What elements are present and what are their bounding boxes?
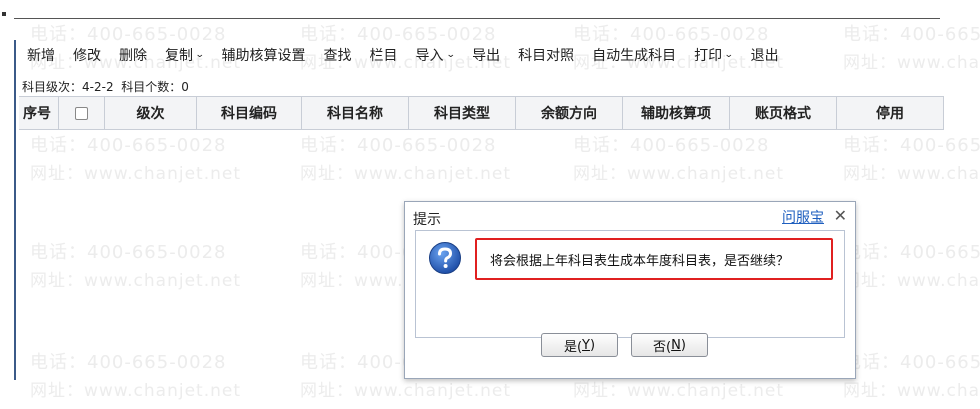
watermark-url: 网址：www.chanjet.net: [30, 271, 242, 291]
count-label: 科目个数：: [121, 80, 182, 94]
toolbar-edit-button[interactable]: 修改: [64, 45, 110, 65]
watermark-phone: 电话：400-665-0028: [843, 135, 980, 156]
yes-button-hotkey: Y: [582, 337, 590, 353]
watermark-phone: 电话：400-665-0028: [300, 135, 497, 156]
toolbar-columns-button[interactable]: 栏目: [361, 45, 407, 65]
toolbar-delete-button[interactable]: 删除: [110, 45, 156, 65]
help-link[interactable]: 问服宝: [782, 207, 824, 227]
column-header-code[interactable]: 科目编码: [197, 97, 302, 129]
watermark-phone: 电话：400-665-0028: [573, 135, 770, 156]
corner-mark: [2, 12, 6, 16]
watermark-url: 网址：www.chanjet.net: [300, 381, 512, 401]
subject-level-info: 科目级次：4-2-2 科目个数：0: [22, 78, 189, 95]
column-header-name[interactable]: 科目名称: [302, 97, 409, 129]
chevron-down-icon: ⌄: [445, 50, 456, 60]
no-button-hotkey: N: [671, 337, 681, 353]
toolbar-exit-button[interactable]: 退出: [742, 45, 788, 65]
grid-header: 序号 级次 科目编码 科目名称 科目类型 余额方向 辅助核算项 账页格式 停用: [19, 96, 944, 130]
watermark-phone: 电话：400-665-0028: [843, 352, 980, 373]
watermark-url: 网址：www.chanjet.net: [843, 271, 980, 291]
column-header-ledger-format[interactable]: 账页格式: [730, 97, 837, 129]
toolbar-import-menu[interactable]: 导入 ⌄: [407, 45, 464, 65]
toolbar-import-label: 导入: [415, 48, 444, 64]
count-value: 0: [181, 80, 189, 94]
watermark-phone: 电话：400-665-0028: [30, 352, 227, 373]
toolbar-delete-label: 删除: [119, 48, 147, 64]
toolbar-aux-accounting-label: 辅助核算设置: [221, 48, 306, 64]
column-header-type[interactable]: 科目类型: [409, 97, 516, 129]
no-button-close-paren: ): [680, 337, 686, 353]
no-button[interactable]: 否(N): [631, 333, 708, 357]
column-header-disabled[interactable]: 停用: [837, 97, 944, 129]
watermark-url: 网址：www.chanjet.net: [30, 164, 242, 184]
toolbar-copy-menu[interactable]: 复制 ⌄: [156, 45, 213, 65]
toolbar-columns-label: 栏目: [369, 48, 398, 64]
toolbar-find-label: 查找: [323, 48, 352, 64]
level-label: 科目级次：: [22, 80, 83, 94]
chevron-down-icon: ⌄: [194, 50, 205, 60]
watermark-url: 网址：www.chanjet.net: [30, 381, 242, 401]
question-icon: [429, 242, 461, 274]
toolbar-export-label: 导出: [472, 48, 501, 64]
no-button-label: 否(: [653, 339, 672, 355]
toolbar-auto-generate-label: 自动生成科目: [592, 48, 677, 64]
watermark-url: 网址：www.chanjet.net: [300, 164, 512, 184]
top-divider: [14, 18, 940, 19]
toolbar-copy-label: 复制: [165, 48, 193, 64]
toolbar-add-label: 新增: [27, 48, 55, 64]
column-header-select-all[interactable]: [59, 97, 105, 129]
dialog-body: 将会根据上年科目表生成本年度科目表，是否继续？: [415, 230, 845, 338]
column-header-level[interactable]: 级次: [105, 97, 197, 129]
column-header-aux-items[interactable]: 辅助核算项: [623, 97, 730, 129]
toolbar-edit-label: 修改: [73, 48, 101, 64]
toolbar-auto-generate-button[interactable]: 自动生成科目: [583, 45, 685, 65]
toolbar: 新增 修改 删除 复制 ⌄ 辅助核算设置 查找 栏目 导入 ⌄ 导出 科目对照 自动…: [18, 40, 980, 70]
close-icon[interactable]: ✕: [834, 206, 847, 225]
column-header-index[interactable]: 序号: [19, 97, 59, 129]
watermark-phone: 电话：400-665-0028: [30, 242, 227, 263]
watermark-phone: 电话：400-665-0028: [30, 135, 227, 156]
select-all-checkbox[interactable]: [75, 106, 88, 120]
watermark-url: 网址：www.chanjet.net: [843, 381, 980, 401]
toolbar-add-button[interactable]: 新增: [18, 45, 64, 65]
toolbar-aux-accounting-button[interactable]: 辅助核算设置: [213, 45, 315, 65]
watermark-url: 网址：www.chanjet.net: [843, 164, 980, 184]
confirm-dialog: 提示 问服宝 ✕ 将会根据上年科目表生成本年度科目表，是否继续？ 是(Y) 否(…: [404, 201, 856, 379]
toolbar-export-button[interactable]: 导出: [463, 45, 509, 65]
dialog-message: 将会根据上年科目表生成本年度科目表，是否继续？: [490, 254, 790, 269]
toolbar-find-button[interactable]: 查找: [315, 45, 361, 65]
left-border: [14, 40, 16, 380]
toolbar-print-label: 打印: [694, 48, 723, 64]
chevron-down-icon: ⌄: [723, 50, 734, 60]
watermark-url: 网址：www.chanjet.net: [573, 381, 785, 401]
watermark-phone: 电话：400-665-0028: [843, 242, 980, 263]
toolbar-mapping-button[interactable]: 科目对照: [509, 45, 583, 65]
toolbar-exit-label: 退出: [750, 48, 779, 64]
dialog-titlebar[interactable]: 提示 问服宝 ✕: [405, 202, 855, 230]
toolbar-print-menu[interactable]: 打印 ⌄: [685, 45, 742, 65]
yes-button[interactable]: 是(Y): [541, 333, 618, 357]
column-header-balance-direction[interactable]: 余额方向: [516, 97, 623, 129]
watermark-url: 网址：www.chanjet.net: [573, 164, 785, 184]
yes-button-label: 是(: [563, 339, 583, 355]
toolbar-mapping-label: 科目对照: [518, 48, 575, 64]
dialog-title: 提示: [413, 212, 441, 228]
level-value: 4-2-2: [82, 80, 114, 94]
yes-button-close-paren: ): [589, 337, 596, 353]
